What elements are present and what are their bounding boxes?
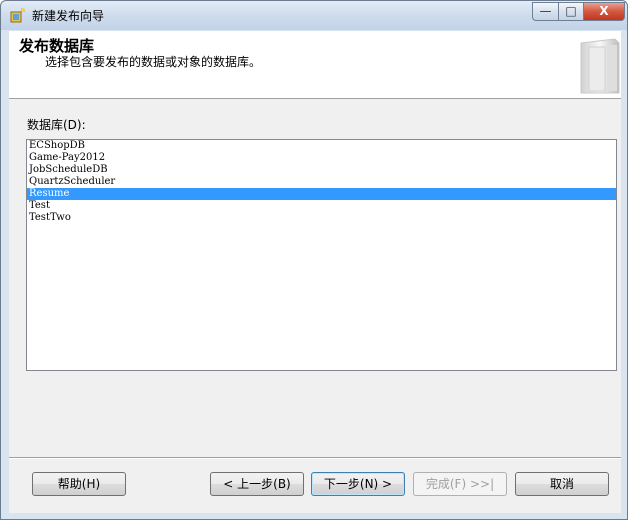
database-graphic-icon — [580, 38, 620, 94]
cancel-button[interactable]: 取消 — [515, 472, 609, 496]
close-button[interactable]: X — [583, 2, 625, 21]
database-list-label: 数据库(D): — [27, 118, 86, 132]
next-button[interactable]: 下一步(N) > — [311, 472, 405, 496]
back-button[interactable]: < 上一步(B) — [210, 472, 304, 496]
window-title: 新建发布向导 — [32, 9, 105, 23]
database-listbox[interactable]: ECShopDB Game-Pay2012 JobScheduleDB QuartzS… — [26, 139, 617, 371]
wizard-window: 新建发布向导 — □ X 发布数据库 选择包含要发布的数据或对象的数据库。 数据… — [0, 0, 628, 520]
title-bar[interactable]: 新建发布向导 — □ X — [1, 1, 627, 30]
wizard-app-icon — [10, 8, 25, 23]
database-list-item[interactable]: ECShopDB — [27, 140, 616, 152]
database-list-item[interactable]: Resume — [27, 188, 616, 200]
minimize-button[interactable]: — — [532, 2, 559, 21]
page-subtitle: 选择包含要发布的数据或对象的数据库。 — [45, 55, 262, 69]
wizard-header: 发布数据库 选择包含要发布的数据或对象的数据库。 — [9, 31, 621, 99]
database-list-item[interactable]: QuartzScheduler — [27, 176, 616, 188]
database-list-item[interactable]: JobScheduleDB — [27, 164, 616, 176]
maximize-button[interactable]: □ — [558, 2, 584, 21]
database-list-item[interactable]: Test — [27, 200, 616, 212]
wizard-client-area: 发布数据库 选择包含要发布的数据或对象的数据库。 数据库(D): ECShopD… — [9, 31, 621, 513]
finish-button: 完成(F) >>| — [413, 472, 507, 496]
database-list-item[interactable]: TestTwo — [27, 212, 616, 224]
help-button[interactable]: 帮助(H) — [32, 472, 126, 496]
footer-separator — [9, 457, 621, 459]
database-list-item[interactable]: Game-Pay2012 — [27, 152, 616, 164]
